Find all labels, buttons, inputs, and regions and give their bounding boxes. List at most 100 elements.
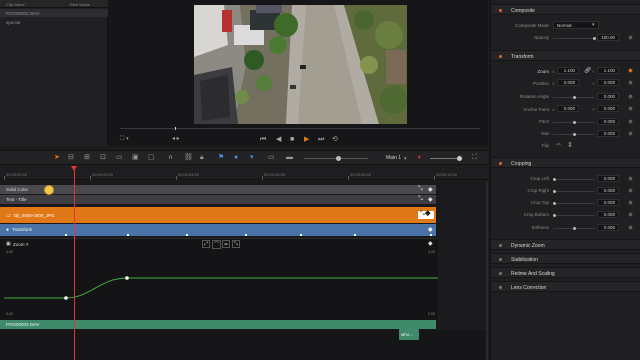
anchor-x-field[interactable]: 0.000 [557,105,579,112]
zoom-keyframe-icon[interactable] [628,68,633,73]
crop-top-keyframe-icon[interactable] [628,200,633,205]
crop-left-knob[interactable] [553,178,556,181]
crop-top-field[interactable]: 0.000 [597,199,619,206]
clip-keyframe-icon[interactable]: ◆ [428,186,433,193]
curve-editor[interactable]: ▣ Zoom Y 4.00 0.00 4.00 0.00 ⤢ ⌒ ⌓ ⤡ ◆ [0,238,438,320]
text-title-clip[interactable]: Text - Title ⤡ ◆ [0,195,436,204]
zoom-slider-knob[interactable] [336,156,341,161]
list-item[interactable]: special [0,18,108,26]
crop-left-slider[interactable] [553,178,595,181]
crop-right-slider[interactable] [553,190,595,193]
link-icon[interactable]: ⛓ [184,154,193,162]
opacity-field[interactable]: 100.00 [597,34,619,41]
rotation-keyframe-icon[interactable] [628,94,633,99]
keyframe-dot[interactable] [430,234,432,236]
anchor-keyframe-icon[interactable] [628,106,633,111]
composite-section-header[interactable]: Composite [491,4,640,15]
softness-knob[interactable] [573,227,576,230]
softness-keyframe-icon[interactable] [628,225,633,230]
transform-section-header[interactable]: Transform [491,50,640,61]
lens-correction-section-header[interactable]: Lens Correction [491,281,640,292]
crop-bottom-slider[interactable] [553,214,595,217]
dynamic-trim-icon[interactable]: ⊞ [84,154,90,162]
crop-left-field[interactable]: 0.000 [597,175,619,182]
flip-horizontal-icon[interactable]: ⇔ [555,141,562,148]
frame-nav-icon[interactable]: ◂ ▸ [172,136,180,143]
clip-keyframe-icon[interactable]: ◆ [428,196,433,203]
small-audio-clip[interactable]: who... [399,329,419,340]
link-icon[interactable]: 🔗︎ [584,67,592,74]
curve-keyframe[interactable] [64,296,68,300]
column-reel-name[interactable]: Reel Name [70,2,90,7]
insert-clip-icon[interactable]: ▭ [116,154,123,162]
first-frame-icon[interactable]: ⏮ [260,136,266,143]
flip-vertical-icon[interactable]: ⇕ [567,141,573,149]
curve-icon[interactable]: ⤡◆ [420,211,431,218]
opacity-slider[interactable] [553,37,596,40]
retime-section-header[interactable]: Retime And Scaling [491,267,640,278]
rotation-slider[interactable] [553,96,595,99]
keyframe-marker-icon[interactable]: ▾ [250,154,254,162]
solid-color-clip[interactable]: Solid Color ⤡ ◆ [0,185,436,194]
composite-mode-select[interactable]: Normal ▾ [553,21,599,29]
flag-icon[interactable]: ⚑ [218,154,224,162]
lens-correction-enable-icon[interactable] [499,286,502,289]
transform-toggle-icon[interactable]: ● [6,227,9,233]
anchor-y-field[interactable]: 0.000 [597,105,619,112]
cropping-section-header[interactable]: Cropping [491,157,640,168]
softness-field[interactable]: 0.000 [597,224,619,231]
position-keyframe-icon[interactable] [628,80,633,85]
keyframe-dot[interactable] [354,234,356,236]
step-back-icon[interactable]: ◀ [276,136,281,143]
yaw-keyframe-icon[interactable] [628,131,633,136]
yaw-field[interactable]: 0.000 [597,130,619,137]
marker-icon[interactable]: ● [234,154,238,162]
lock-icon[interactable]: 🔒︎ [200,154,204,162]
volume-knob[interactable] [457,156,462,161]
volume-slider[interactable] [430,156,462,161]
zoom-y-field[interactable]: 1.100 [597,67,619,74]
keyframe-dot[interactable] [245,234,247,236]
transform-enable-icon[interactable] [499,55,502,58]
dynamic-zoom-enable-icon[interactable] [499,244,502,247]
pitch-slider[interactable] [553,121,595,124]
keyframe-dot[interactable] [300,234,302,236]
softness-slider[interactable] [553,227,595,230]
crop-bottom-keyframe-icon[interactable] [628,212,633,217]
playhead[interactable] [74,167,75,360]
timeline-scrollbar[interactable] [486,181,488,360]
yaw-knob[interactable] [573,133,576,136]
crop-right-keyframe-icon[interactable] [628,188,633,193]
keyframe-dot[interactable] [127,234,129,236]
trim-tool-icon[interactable]: ⊟ [68,154,74,162]
keyframe-dot[interactable] [186,234,188,236]
opacity-knob[interactable] [593,37,596,40]
snapping-icon[interactable]: ∩ [168,154,173,162]
timeline-zoom-slider[interactable] [304,156,368,161]
last-frame-icon[interactable]: ⏭ [318,136,324,143]
retime-enable-icon[interactable] [499,272,502,275]
zoom-out-icon[interactable]: ▭ [268,154,275,162]
opacity-keyframe-icon[interactable] [628,35,633,40]
selection-tool-icon[interactable]: ➤ [54,154,60,162]
list-item[interactable]: POO00003.WAV [0,9,108,17]
playhead-handle[interactable] [71,166,77,171]
zoom-in-icon[interactable]: ▬ [286,154,293,162]
keyframe-dot[interactable] [65,234,67,236]
zoom-x-field[interactable]: 1.100 [557,67,579,74]
column-clip-name[interactable]: Clip Name [6,2,25,7]
play-icon[interactable]: ▶ [304,136,309,143]
timeline-dropdown-icon[interactable]: ▾ [404,155,407,163]
position-x-field[interactable]: 0.000 [557,79,579,86]
pitch-keyframe-icon[interactable] [628,119,633,124]
pitch-field[interactable]: 0.000 [597,118,619,125]
curve-keyframe[interactable] [125,276,129,280]
crop-bottom-knob[interactable] [553,214,556,217]
video-clip[interactable]: ▭ Dji_0009-0000_JPG ⤡◆ [0,207,436,223]
timeline-name[interactable]: Main 1 [386,155,401,161]
dynamic-zoom-section-header[interactable]: Dynamic Zoom [491,239,640,250]
crop-left-keyframe-icon[interactable] [628,176,633,181]
video-frame[interactable] [194,5,407,124]
speaker-icon[interactable]: 🔈︎ [418,154,422,162]
position-y-field[interactable]: 0.000 [597,79,619,86]
